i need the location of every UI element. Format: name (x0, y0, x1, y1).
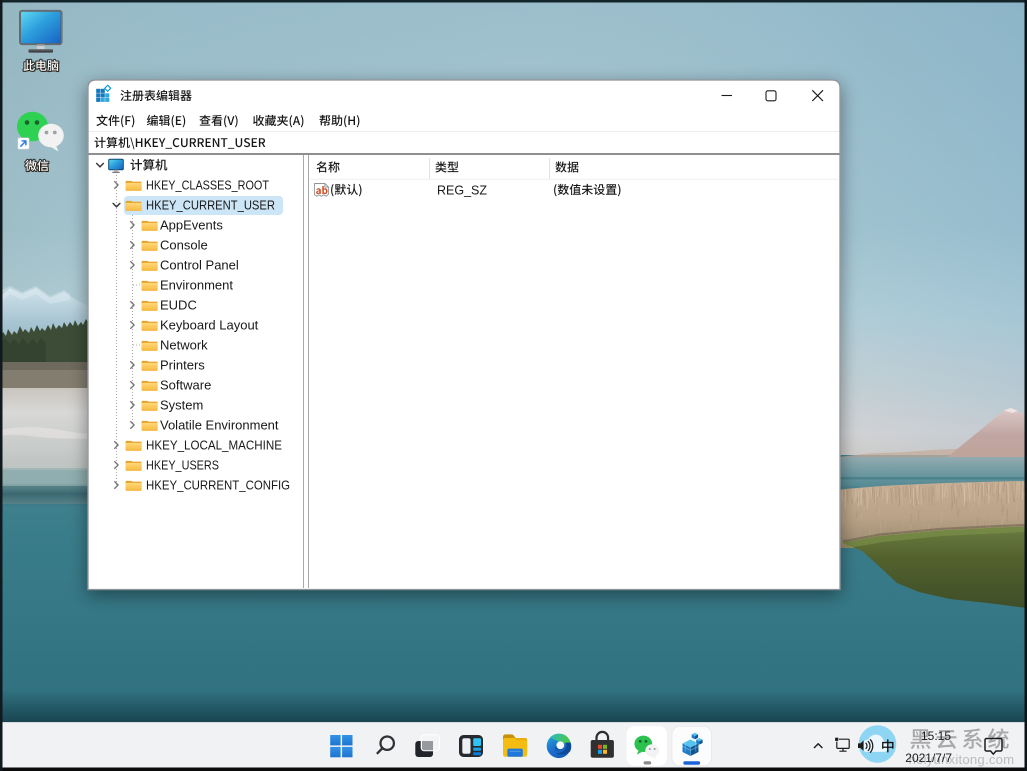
svg-text:Volatile Environment: Volatile Environment (160, 418, 279, 433)
svg-text:Software: Software (160, 378, 211, 393)
svg-text:Console: Console (160, 238, 208, 253)
svg-text:HKEY_CURRENT_USER: HKEY_CURRENT_USER (146, 198, 275, 213)
svg-text:System: System (160, 398, 203, 413)
svg-text:Network: Network (160, 338, 208, 353)
svg-text:HKEY_CLASSES_ROOT: HKEY_CLASSES_ROOT (146, 178, 269, 193)
svg-text:AppEvents: AppEvents (160, 218, 223, 233)
svg-text:REG_SZ: REG_SZ (437, 184, 487, 198)
svg-text:HKEY_CURRENT_CONFIG: HKEY_CURRENT_CONFIG (146, 478, 290, 493)
svg-text:HKEY_LOCAL_MACHINE: HKEY_LOCAL_MACHINE (146, 438, 282, 453)
svg-text:Printers: Printers (160, 358, 205, 373)
svg-text:15:15: 15:15 (921, 729, 951, 743)
svg-text:2021/7/7: 2021/7/7 (905, 751, 952, 765)
svg-text:Environment: Environment (160, 278, 233, 293)
svg-text:EUDC: EUDC (160, 298, 197, 313)
svg-text:HKEY_USERS: HKEY_USERS (146, 458, 219, 473)
svg-text:Control Panel: Control Panel (160, 258, 239, 273)
svg-text:Keyboard Layout: Keyboard Layout (160, 318, 259, 333)
